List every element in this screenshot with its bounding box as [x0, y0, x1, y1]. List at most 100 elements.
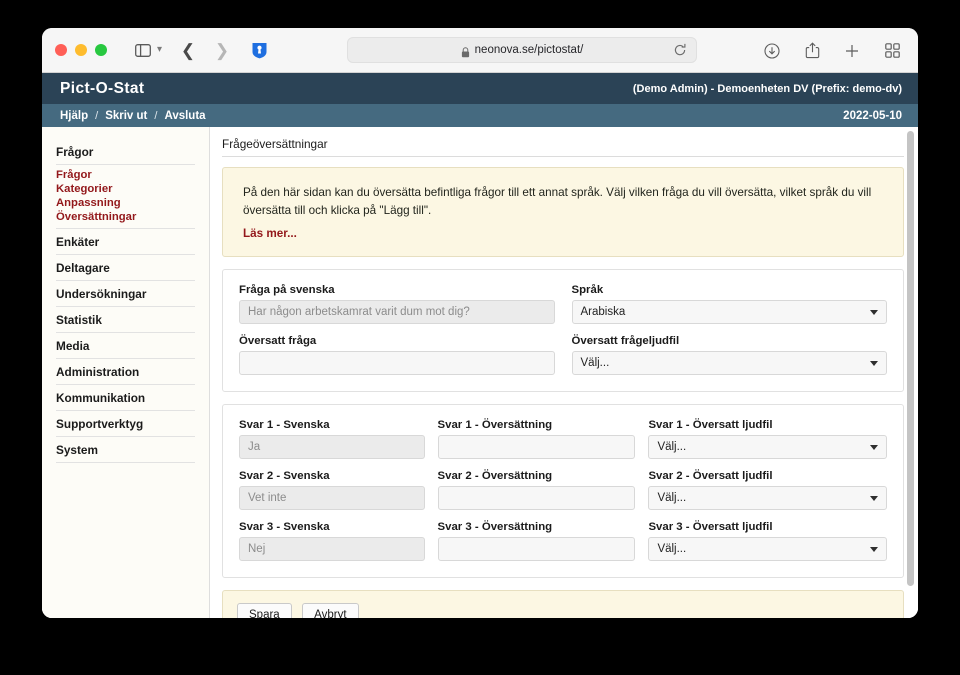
url-text: neonova.se/pictostat/: [475, 44, 584, 56]
language-select-value: Arabiska: [581, 306, 626, 318]
save-button[interactable]: Spara: [237, 603, 292, 618]
label-answer-1-sv: Svar 1 - Svenska: [239, 419, 425, 431]
back-arrow-icon[interactable]: ❮: [176, 38, 200, 62]
question-sv-input[interactable]: Har någon arbetskamrat varit dum mot dig…: [239, 300, 555, 324]
answer-3-sv-input[interactable]: Nej: [239, 537, 425, 561]
sidebar-item-enkater[interactable]: Enkäter: [56, 229, 195, 255]
answer-3-translation-input[interactable]: [438, 537, 636, 561]
label-translated-audio: Översatt frågeljudfil: [572, 335, 888, 347]
sidebar-toggle-icon[interactable]: [131, 38, 155, 62]
label-answer-2-audio: Svar 2 - Översatt ljudfil: [648, 470, 887, 482]
question-grid: Fråga på svenska Har någon arbetskamrat …: [239, 284, 887, 375]
page-scrollbar[interactable]: [906, 131, 915, 614]
answer-3-audio-select[interactable]: Välj...: [648, 537, 887, 561]
sidebar-item-supportverktyg[interactable]: Supportverktyg: [56, 411, 195, 437]
sidebar-item-fragor[interactable]: Frågor: [56, 139, 195, 165]
label-answer-2-sv: Svar 2 - Svenska: [239, 470, 425, 482]
browser-window: ▾ ❮ ❯ neonova.se/pictostat/: [42, 28, 918, 618]
new-tab-icon[interactable]: [840, 39, 864, 63]
sidebar-toggle-group: ▾: [131, 38, 162, 62]
menu-separator: /: [154, 110, 157, 122]
page-content: Pict-O-Stat (Demo Admin) - Demoenheten D…: [42, 73, 918, 618]
sidebar-item-system[interactable]: System: [56, 437, 195, 463]
field-question-sv: Fråga på svenska Har någon arbetskamrat …: [239, 284, 555, 324]
sidebar-item-kommunikation[interactable]: Kommunikation: [56, 385, 195, 411]
sidebar: Frågor Frågor Kategorier Anpassning Över…: [42, 127, 210, 618]
answers-panel: Svar 1 - Svenska Ja Svar 1 - Översättnin…: [222, 404, 904, 578]
address-bar-content: neonova.se/pictostat/: [461, 44, 584, 56]
reload-icon[interactable]: [673, 43, 687, 62]
translated-audio-select[interactable]: Välj...: [572, 351, 888, 375]
share-icon[interactable]: [800, 39, 824, 63]
app-subheader: Hjälp / Skriv ut / Avsluta 2022-05-10: [42, 104, 918, 127]
label-answer-1-audio: Svar 1 - Översatt ljudfil: [648, 419, 887, 431]
menu-separator: /: [95, 110, 98, 122]
answer-2-sv-input[interactable]: Vet inte: [239, 486, 425, 510]
body-area: Frågor Frågor Kategorier Anpassning Över…: [42, 127, 918, 618]
window-controls: [55, 44, 107, 56]
close-window-button[interactable]: [55, 44, 67, 56]
browser-toolbar: ▾ ❮ ❯ neonova.se/pictostat/: [42, 28, 918, 73]
menu-item-skriv-ut[interactable]: Skriv ut: [105, 110, 147, 122]
answer-3-audio-value: Välj...: [657, 543, 686, 555]
top-menu: Hjälp / Skriv ut / Avsluta: [60, 110, 206, 122]
sidebar-subitem-anpassning[interactable]: Anpassning: [56, 196, 195, 210]
sidebar-subgroup-fragor: Frågor Kategorier Anpassning Översättnin…: [56, 165, 195, 229]
minimize-window-button[interactable]: [75, 44, 87, 56]
field-answer-1-translation: Svar 1 - Översättning: [438, 419, 636, 459]
label-answer-2-translation: Svar 2 - Översättning: [438, 470, 636, 482]
label-question-sv: Fråga på svenska: [239, 284, 555, 296]
tab-overview-icon[interactable]: [880, 39, 904, 63]
label-answer-1-translation: Svar 1 - Översättning: [438, 419, 636, 431]
translated-question-input[interactable]: [239, 351, 555, 375]
sidebar-item-media[interactable]: Media: [56, 333, 195, 359]
page-scrollbar-thumb[interactable]: [907, 131, 914, 586]
answer-2-translation-input[interactable]: [438, 486, 636, 510]
field-answer-2-audio: Svar 2 - Översatt ljudfil Välj...: [648, 470, 887, 510]
answers-grid: Svar 1 - Svenska Ja Svar 1 - Översättnin…: [239, 419, 887, 561]
info-panel: På den här sidan kan du översätta befint…: [222, 167, 904, 257]
field-answer-3-sv: Svar 3 - Svenska Nej: [239, 521, 425, 561]
answer-2-audio-value: Välj...: [657, 492, 686, 504]
shield-extension-icon[interactable]: [250, 41, 268, 59]
label-translated-question: Översatt fråga: [239, 335, 555, 347]
language-select[interactable]: Arabiska: [572, 300, 888, 324]
address-bar[interactable]: neonova.se/pictostat/: [347, 37, 697, 63]
answer-1-sv-input[interactable]: Ja: [239, 435, 425, 459]
chevron-down-icon: [870, 310, 878, 315]
page-title: Frågeöversättningar: [222, 137, 904, 157]
field-answer-3-translation: Svar 3 - Översättning: [438, 521, 636, 561]
field-answer-2-sv: Svar 2 - Svenska Vet inte: [239, 470, 425, 510]
sidebar-item-undersokningar[interactable]: Undersökningar: [56, 281, 195, 307]
sidebar-item-deltagare[interactable]: Deltagare: [56, 255, 195, 281]
app-header: Pict-O-Stat (Demo Admin) - Demoenheten D…: [42, 73, 918, 104]
menu-item-hjalp[interactable]: Hjälp: [60, 110, 88, 122]
read-more-link[interactable]: Läs mer...: [243, 227, 885, 240]
field-answer-3-audio: Svar 3 - Översatt ljudfil Välj...: [648, 521, 887, 561]
lock-icon: [461, 45, 470, 56]
toolbar-right-icons: [760, 28, 904, 73]
answer-1-audio-value: Välj...: [657, 441, 686, 453]
sidebar-subitem-oversattningar[interactable]: Översättningar: [56, 210, 195, 224]
answer-2-audio-select[interactable]: Välj...: [648, 486, 887, 510]
sidebar-subitem-fragor[interactable]: Frågor: [56, 168, 195, 182]
cancel-button[interactable]: Avbryt: [302, 603, 358, 618]
label-answer-3-sv: Svar 3 - Svenska: [239, 521, 425, 533]
maximize-window-button[interactable]: [95, 44, 107, 56]
label-language: Språk: [572, 284, 888, 296]
chevron-down-icon: [870, 547, 878, 552]
menu-item-avsluta[interactable]: Avsluta: [164, 110, 205, 122]
field-answer-1-sv: Svar 1 - Svenska Ja: [239, 419, 425, 459]
sidebar-item-statistik[interactable]: Statistik: [56, 307, 195, 333]
field-answer-2-translation: Svar 2 - Översättning: [438, 470, 636, 510]
answer-1-audio-select[interactable]: Välj...: [648, 435, 887, 459]
chevron-down-icon[interactable]: ▾: [157, 45, 162, 55]
actions-panel: Spara Avbryt: [222, 590, 904, 618]
forward-arrow-icon[interactable]: ❯: [210, 38, 234, 62]
navigation-buttons: ❮ ❯: [176, 38, 234, 62]
download-icon[interactable]: [760, 39, 784, 63]
answer-1-translation-input[interactable]: [438, 435, 636, 459]
sidebar-subitem-kategorier[interactable]: Kategorier: [56, 182, 195, 196]
sidebar-item-administration[interactable]: Administration: [56, 359, 195, 385]
current-date: 2022-05-10: [843, 110, 902, 122]
